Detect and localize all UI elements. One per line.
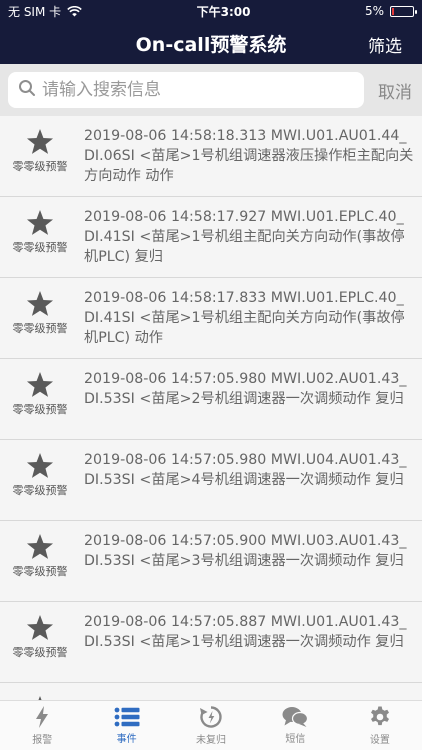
lightning-icon xyxy=(31,705,53,729)
alert-level: 零零级预警 xyxy=(0,602,80,682)
alert-message: 2019-08-06 14:57:05.980 MWI.U02.AU01.43_… xyxy=(84,371,407,407)
tab-label: 报警 xyxy=(32,735,53,746)
alert-level xyxy=(0,683,80,700)
tab-lightning[interactable]: 报警 xyxy=(0,701,84,750)
search-bar: 取消 xyxy=(0,64,422,116)
star-icon xyxy=(25,614,55,642)
alert-message: 2019-08-06 14:57:05.887 MWI.U01.AU01.43_… xyxy=(84,614,407,650)
filter-button[interactable]: 筛选 xyxy=(368,32,402,57)
star-icon xyxy=(25,209,55,237)
carrier-label: 无 SIM 卡 xyxy=(8,4,62,19)
tab-restore[interactable]: 未复归 xyxy=(169,701,253,750)
alert-message: 2019-08-06 14:58:18.313 MWI.U01.AU01.44_… xyxy=(84,128,414,184)
alert-message: 2019-08-06 14:57:05.900 MWI.U03.AU01.43_… xyxy=(84,533,407,569)
wifi-icon xyxy=(67,5,82,17)
search-box[interactable] xyxy=(8,72,364,108)
alert-level-label: 零零级预警 xyxy=(12,646,68,659)
alert-level: 零零级预警 xyxy=(0,197,80,277)
alert-list[interactable]: 零零级预警 2019-08-06 14:58:18.313 MWI.U01.AU0… xyxy=(0,116,422,700)
alert-level-label: 零零级预警 xyxy=(12,565,68,578)
gear-icon xyxy=(368,705,392,729)
battery-percent: 5% xyxy=(364,4,384,18)
star-icon xyxy=(25,533,55,561)
alert-message xyxy=(80,683,422,700)
status-bar: 无 SIM 卡 下午3:00 5% xyxy=(0,0,422,22)
tab-bar: 报警 事件 未复归 短信 设置 xyxy=(0,700,422,750)
tab-label: 事件 xyxy=(116,734,137,745)
alert-item[interactable]: 零零级预警 2019-08-06 14:58:17.927 MWI.U01.EPL… xyxy=(0,197,422,278)
list-icon xyxy=(114,706,140,728)
tab-label: 未复归 xyxy=(196,735,227,746)
star-icon xyxy=(25,371,55,399)
tab-label: 设置 xyxy=(369,735,390,746)
restore-icon xyxy=(199,705,223,729)
alert-level-label: 零零级预警 xyxy=(12,403,68,416)
star-icon xyxy=(25,290,55,318)
tab-gear[interactable]: 设置 xyxy=(338,701,422,750)
alert-message: 2019-08-06 14:58:17.833 MWI.U01.EPLC.40_… xyxy=(84,290,405,346)
nav-bar: On-call预警系统 筛选 xyxy=(0,22,422,64)
status-time: 下午3:00 xyxy=(196,4,251,19)
alert-level: 零零级预警 xyxy=(0,278,80,358)
alert-level-label: 零零级预警 xyxy=(12,322,68,335)
alert-item[interactable]: 零零级预警 2019-08-06 14:57:05.887 MWI.U01.AU0… xyxy=(0,602,422,683)
header: 无 SIM 卡 下午3:00 5% On-call预警系统 筛选 xyxy=(0,0,422,64)
star-icon xyxy=(25,452,55,480)
battery-icon xyxy=(389,5,417,17)
search-icon xyxy=(18,79,36,101)
tab-list[interactable]: 事件 xyxy=(84,701,168,750)
alert-item[interactable]: 零零级预警 2019-08-06 14:57:05.900 MWI.U03.AU0… xyxy=(0,521,422,602)
alert-level-label: 零零级预警 xyxy=(12,241,68,254)
page-title: On-call预警系统 xyxy=(135,33,287,56)
alert-level: 零零级预警 xyxy=(0,521,80,601)
alert-item[interactable]: 零零级预警 2019-08-06 14:57:05.980 MWI.U02.AU0… xyxy=(0,359,422,440)
alert-item[interactable]: 零零级预警 2019-08-06 14:58:17.833 MWI.U01.EPL… xyxy=(0,278,422,359)
alert-item[interactable]: 零零级预警 2019-08-06 14:57:05.980 MWI.U04.AU0… xyxy=(0,440,422,521)
star-icon xyxy=(25,128,55,156)
battery-level-fill xyxy=(391,7,394,15)
alert-level-label: 零零级预警 xyxy=(12,484,68,497)
alert-item[interactable]: 零零级预警 2019-08-06 14:58:18.313 MWI.U01.AU0… xyxy=(0,116,422,197)
search-input[interactable] xyxy=(42,80,342,100)
chat-icon xyxy=(282,706,309,728)
alert-item[interactable] xyxy=(0,683,422,700)
alert-level: 零零级预警 xyxy=(0,116,80,196)
alert-level-label: 零零级预警 xyxy=(12,160,68,173)
alert-level: 零零级预警 xyxy=(0,359,80,439)
alert-message: 2019-08-06 14:58:17.927 MWI.U01.EPLC.40_… xyxy=(84,209,405,265)
cancel-button[interactable]: 取消 xyxy=(378,78,412,103)
tab-chat[interactable]: 短信 xyxy=(253,701,337,750)
alert-level: 零零级预警 xyxy=(0,440,80,520)
alert-message: 2019-08-06 14:57:05.980 MWI.U04.AU01.43_… xyxy=(84,452,407,488)
tab-label: 短信 xyxy=(285,734,306,745)
